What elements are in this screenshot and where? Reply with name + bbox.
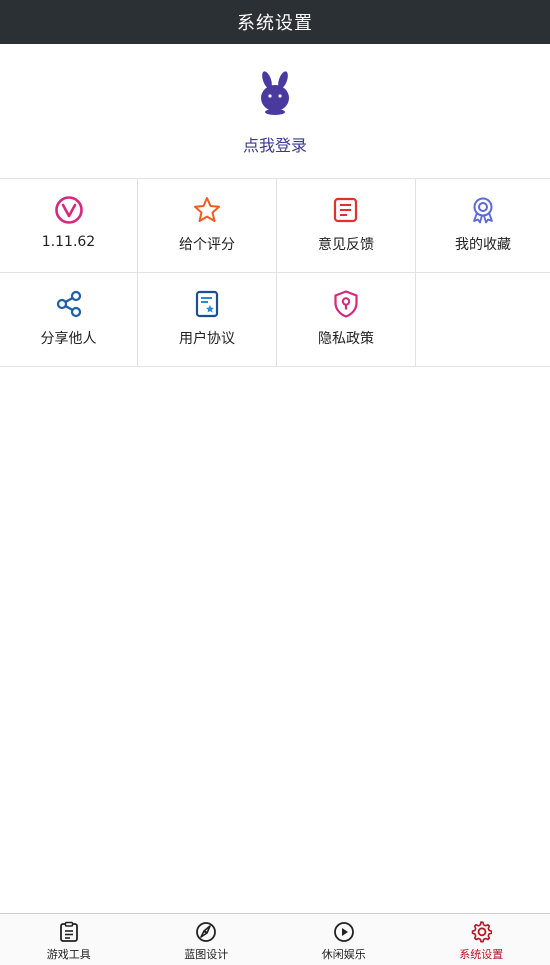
login-link[interactable]: 点我登录 xyxy=(243,132,307,156)
share-icon xyxy=(54,289,84,319)
top-bar: 系统设置 xyxy=(0,0,550,44)
grid-item-label: 意见反馈 xyxy=(318,237,374,253)
grid-item-label: 1.11.62 xyxy=(41,234,96,250)
vue-version-icon xyxy=(54,195,84,225)
grid-item-label: 给个评分 xyxy=(179,237,235,253)
grid-item-label: 用户协议 xyxy=(179,331,235,347)
grid-item-version[interactable]: 1.11.62 xyxy=(0,179,138,273)
nav-label: 系统设置 xyxy=(459,948,504,961)
rabbit-avatar-icon xyxy=(261,71,289,115)
clipboard-icon xyxy=(57,920,81,944)
feedback-icon xyxy=(331,195,361,225)
star-icon xyxy=(192,195,222,225)
app-root: 系统设置 点我登录 1.11.62 给个评分 意见反馈 我的收藏 分享他人 用户… xyxy=(0,0,550,965)
profile-section: 点我登录 xyxy=(0,44,550,179)
bottom-nav: 游戏工具 蓝图设计 休闲娱乐 系统设置 xyxy=(0,913,550,965)
nav-item-game-tools[interactable]: 游戏工具 xyxy=(0,914,138,965)
nav-item-blueprint-design[interactable]: 蓝图设计 xyxy=(138,914,276,965)
grid-item-privacy-policy[interactable]: 隐私政策 xyxy=(277,273,416,367)
gear-icon xyxy=(469,920,493,944)
settings-grid: 1.11.62 给个评分 意见反馈 我的收藏 分享他人 用户协议 隐私政策 xyxy=(0,179,550,367)
compass-icon xyxy=(194,920,218,944)
nav-item-leisure[interactable]: 休闲娱乐 xyxy=(275,914,413,965)
nav-item-system-settings[interactable]: 系统设置 xyxy=(413,914,550,965)
play-icon xyxy=(332,920,356,944)
grid-item-empty xyxy=(416,273,550,367)
privacy-shield-icon xyxy=(331,289,361,319)
grid-item-label: 分享他人 xyxy=(40,331,97,347)
grid-item-feedback[interactable]: 意见反馈 xyxy=(277,179,416,273)
grid-item-label: 我的收藏 xyxy=(455,237,511,253)
grid-item-favorites[interactable]: 我的收藏 xyxy=(416,179,550,273)
agreement-icon xyxy=(192,289,222,319)
grid-item-rate[interactable]: 给个评分 xyxy=(138,179,277,273)
grid-item-share[interactable]: 分享他人 xyxy=(0,273,138,367)
nav-label: 休闲娱乐 xyxy=(321,948,366,961)
nav-label: 游戏工具 xyxy=(46,948,91,961)
nav-label: 蓝图设计 xyxy=(184,948,229,961)
grid-item-label: 隐私政策 xyxy=(318,331,374,347)
avatar[interactable] xyxy=(247,64,303,120)
grid-item-user-agreement[interactable]: 用户协议 xyxy=(138,273,277,367)
award-icon xyxy=(468,195,498,225)
page-title: 系统设置 xyxy=(237,13,313,34)
